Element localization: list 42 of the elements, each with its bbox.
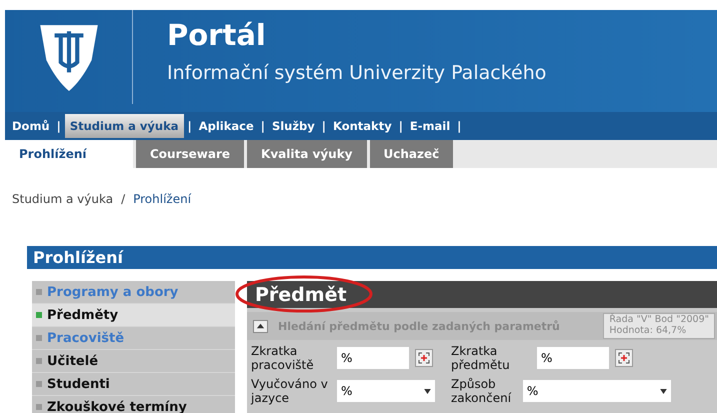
field-label: Vyučováno v jazyce [251, 376, 329, 406]
breadcrumb-link[interactable]: Prohlížení [133, 192, 192, 206]
portal-subtitle: Informační systém Univerzity Palackého [167, 62, 546, 84]
sidebar-item[interactable]: Studenti [32, 373, 235, 396]
tooltip-text: Hodnota: 64,7% [609, 326, 688, 337]
breadcrumb-link[interactable]: Studium a výuka [12, 192, 114, 206]
sidebar-item[interactable]: Předměty [32, 304, 235, 327]
nav-separator: | [457, 119, 462, 133]
section-title: Předmět [254, 284, 347, 306]
nav-link[interactable]: Domů [9, 115, 53, 137]
tab[interactable]: Prohlížení [5, 140, 133, 168]
tooltip-text: Řada "V" Bod "2009" [609, 315, 709, 326]
portal-title: Portál [167, 18, 267, 52]
panel-title: Prohlížení [27, 246, 717, 269]
nav-link[interactable]: Kontakty [330, 115, 395, 137]
field-label: Zkratka předmětu [451, 344, 511, 373]
dropdown[interactable]: % [337, 380, 435, 402]
field-label: Zkratka pracoviště [251, 344, 315, 373]
tab[interactable]: Kvalita výuky [247, 140, 366, 168]
nav-separator: | [260, 119, 265, 133]
picker-icon[interactable] [415, 349, 433, 368]
nav-link[interactable]: Služby [268, 115, 318, 137]
nav-separator: | [188, 119, 192, 133]
input-field[interactable]: % [537, 347, 609, 370]
sidebar-item[interactable]: Zkouškové termíny [32, 396, 235, 413]
nav-link[interactable]: Studium a výuka [64, 114, 184, 138]
nav-link[interactable]: Aplikace [196, 115, 257, 137]
tab[interactable]: Courseware [136, 140, 244, 168]
caret-icon [660, 388, 667, 394]
input-field[interactable]: % [337, 347, 409, 370]
field-label: Způsob zakončení [451, 376, 512, 406]
picker-icon[interactable] [615, 349, 633, 368]
nav-separator: | [56, 119, 61, 133]
nav-separator: | [322, 119, 326, 133]
caret-icon [424, 388, 431, 394]
collapse-icon[interactable] [253, 320, 268, 332]
dropdown[interactable]: % [522, 380, 671, 402]
breadcrumb-separator: / [121, 192, 126, 206]
nav-link[interactable]: E-mail [406, 115, 454, 137]
tab[interactable]: Uchazeč [370, 140, 454, 168]
sidebar-item[interactable]: Učitelé [32, 350, 235, 373]
nav-separator: | [398, 119, 403, 133]
